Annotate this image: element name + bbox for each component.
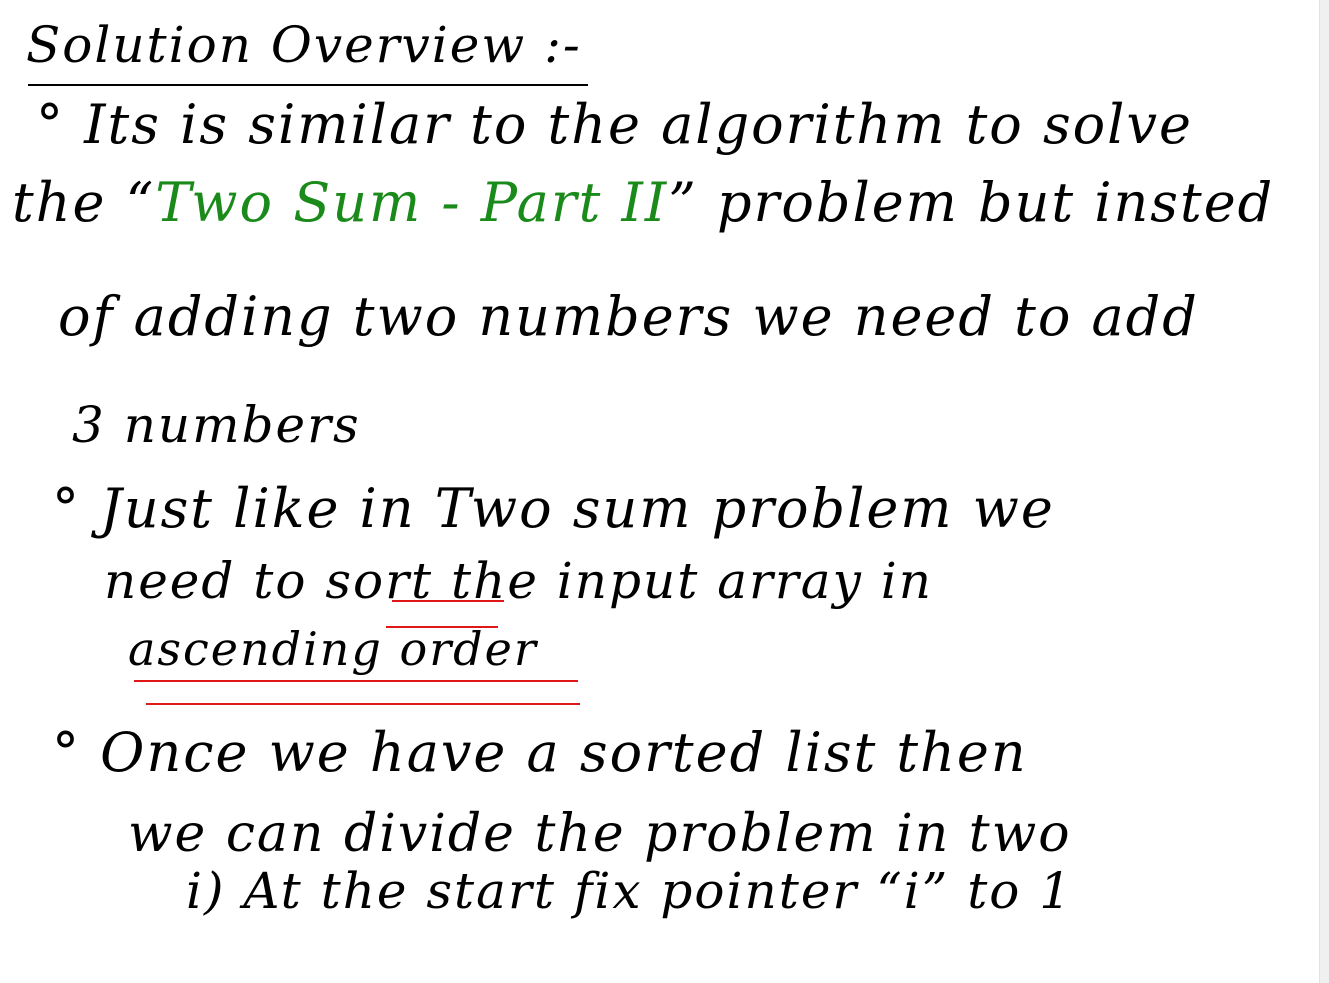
note-line-10: i) At the start fix pointer “i” to 1	[186, 862, 1074, 920]
notes-title: Solution Overview :-	[26, 16, 582, 74]
note-line-6: need to sort the input array in	[104, 552, 933, 610]
note-line-2: the “Two Sum - Part II” problem but inst…	[12, 176, 1274, 230]
note-line-8-text: Once we have a sorted list then	[100, 721, 1028, 784]
note-line-2-pre: the “	[12, 171, 156, 234]
note-line-1: ° Its is similar to the algorithm to sol…	[36, 98, 1193, 152]
note-line-7: ascending order	[128, 622, 538, 676]
note-line-5-text: Just like in Two sum problem we	[100, 477, 1055, 540]
note-line-3: of adding two numbers we need to add	[58, 285, 1199, 348]
bullet-icon: °	[36, 93, 65, 156]
note-line-2-post: ” problem but insted	[668, 171, 1275, 234]
note-line-8: ° Once we have a sorted list then	[52, 726, 1028, 780]
page-edge-strip	[1319, 0, 1329, 983]
sort-red-underline-1	[392, 600, 504, 602]
ascending-order-red-underline-2	[146, 703, 580, 705]
handwritten-notes-page: Solution Overview :- ° Its is similar to…	[0, 0, 1329, 983]
note-line-4: 3 numbers	[72, 396, 361, 454]
note-line-9: we can divide the problem in two	[128, 804, 1072, 864]
bullet-icon: °	[52, 721, 81, 784]
note-line-5: ° Just like in Two sum problem we	[52, 482, 1055, 536]
note-line-1-text: Its is similar to the algorithm to solve	[84, 93, 1193, 156]
bullet-icon: °	[52, 477, 81, 540]
ascending-order-red-underline-1	[134, 680, 578, 682]
two-sum-part-ii-highlight: Two Sum - Part II	[155, 171, 669, 234]
title-underline	[28, 84, 588, 86]
